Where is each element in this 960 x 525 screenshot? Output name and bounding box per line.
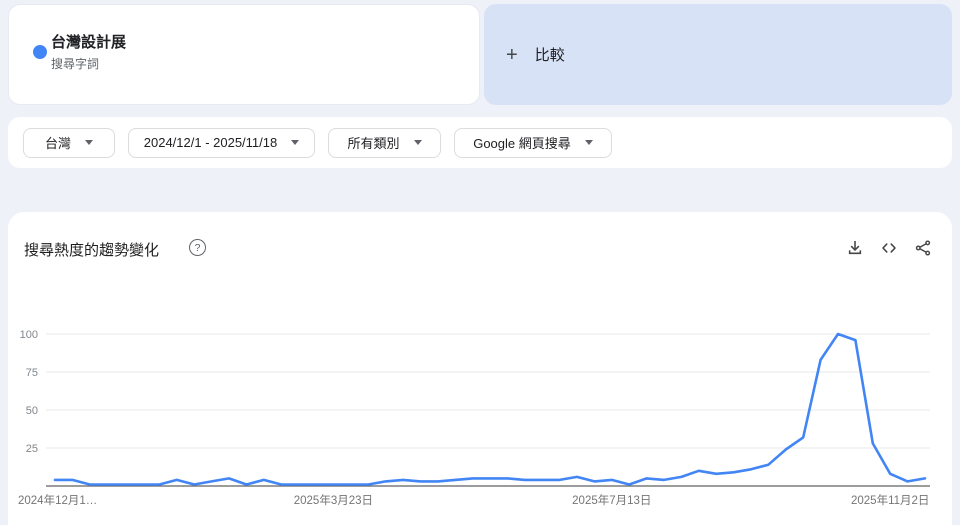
category-filter-label: 所有類別 (347, 133, 399, 152)
chart-title: 搜尋熱度的趨勢變化 (24, 239, 159, 260)
x-tick-label: 2025年7月13日 (572, 493, 651, 507)
y-tick-label: 75 (26, 367, 38, 379)
x-tick-label: 2024年12月1… (18, 493, 97, 507)
series-color-dot-icon (33, 45, 47, 59)
chevron-down-icon (585, 140, 593, 145)
trend-line (55, 334, 925, 485)
term-text-block: 台灣設計展 搜尋字詞 (51, 33, 126, 72)
term-title: 台灣設計展 (51, 33, 126, 53)
region-filter-dropdown[interactable]: 台灣 (23, 128, 115, 158)
plus-icon: + (506, 45, 518, 65)
chevron-down-icon (85, 140, 93, 145)
google-trends-page: 台灣設計展 搜尋字詞 + 比較 台灣 2024/12/1 - 2025/11/1… (0, 0, 960, 525)
date-range-filter-label: 2024/12/1 - 2025/11/18 (144, 135, 278, 150)
share-button[interactable] (911, 236, 935, 260)
search-type-filter-label: Google 網頁搜尋 (473, 133, 571, 152)
date-range-filter-dropdown[interactable]: 2024/12/1 - 2025/11/18 (128, 128, 315, 158)
filter-bar: 台灣 2024/12/1 - 2025/11/18 所有類別 Google 網頁… (8, 117, 952, 168)
chart-toolbar (843, 236, 935, 260)
interest-over-time-chart: 25 50 75 100 2024年12月1… 2025年3月23日 2025年7月13日 2… (8, 312, 952, 520)
share-icon (913, 238, 933, 258)
chevron-down-icon (291, 140, 299, 145)
y-tick-label: 100 (20, 329, 38, 341)
search-type-filter-dropdown[interactable]: Google 網頁搜尋 (454, 128, 612, 158)
add-comparison-button[interactable]: + 比較 (484, 4, 952, 105)
y-tick-label: 25 (26, 443, 38, 455)
download-icon (845, 238, 865, 258)
download-button[interactable] (843, 236, 867, 260)
x-tick-label: 2025年3月23日 (294, 493, 373, 507)
embed-button[interactable] (877, 236, 901, 260)
x-tick-label: 2025年11月2日 (851, 493, 929, 507)
term-type-label: 搜尋字詞 (51, 56, 126, 72)
compare-label: 比較 (535, 44, 565, 65)
search-term-card: 台灣設計展 搜尋字詞 (8, 4, 480, 105)
category-filter-dropdown[interactable]: 所有類別 (328, 128, 441, 158)
interest-over-time-card: 搜尋熱度的趨勢變化 ? (8, 212, 952, 525)
help-icon[interactable]: ? (189, 239, 206, 256)
y-tick-label: 50 (26, 405, 38, 417)
chevron-down-icon (414, 140, 422, 145)
region-filter-label: 台灣 (45, 133, 71, 152)
embed-code-icon (879, 238, 899, 258)
